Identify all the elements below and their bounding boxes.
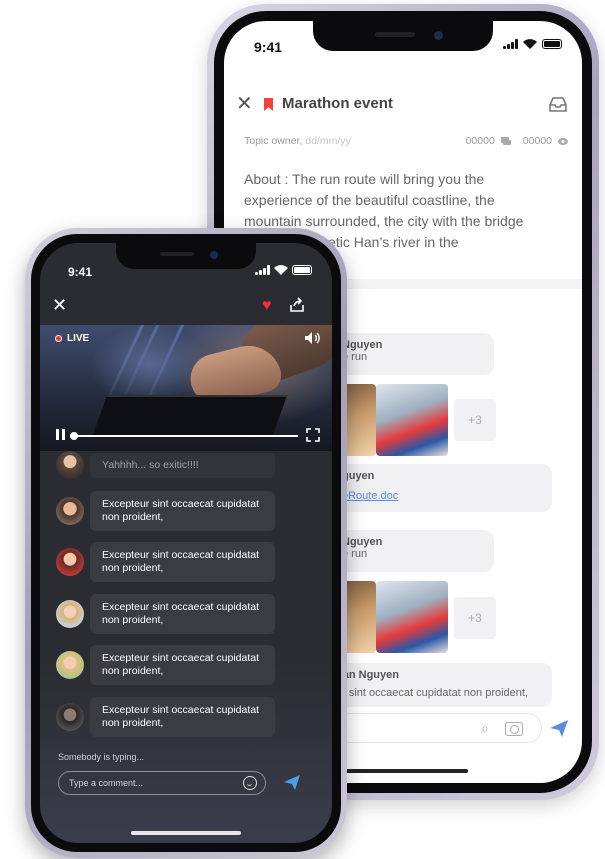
comment-item: Excepteur sint occaecat cupidatat non pr… (56, 697, 275, 737)
wifi-icon (274, 265, 288, 275)
battery-icon (292, 265, 312, 275)
pause-icon[interactable] (56, 429, 66, 440)
comment-item: Excepteur sint occaecat cupidatat non pr… (56, 594, 275, 634)
send-icon[interactable] (283, 773, 301, 791)
fullscreen-icon[interactable] (306, 428, 320, 442)
typing-indicator: Somebody is typing... (58, 752, 145, 762)
avatar (56, 548, 84, 576)
comment-text: Excepteur sint occaecat cupidatat non pr… (90, 491, 275, 531)
send-icon[interactable] (548, 717, 570, 739)
comment-text: Excepteur sint occaecat cupidatat non pr… (90, 542, 275, 582)
mockup-stage: 9:41 ✕ Marathon event Topic owner, dd/mm… (0, 0, 605, 859)
more-photos[interactable]: +3 (454, 399, 496, 441)
comment-text: Excepteur sint occaecat cupidatat non pr… (90, 594, 275, 634)
notch (116, 243, 256, 269)
avatar (56, 451, 84, 479)
home-indicator (338, 769, 468, 773)
avatar (56, 651, 84, 679)
front-phone-bezel: 9:41 ✕ ♥ LIVE Yahhhh... so exitic!!!! Ex… (31, 234, 341, 852)
progress-knob[interactable] (70, 432, 78, 440)
photo-thumbnail[interactable] (376, 581, 448, 653)
comment-item: Excepteur sint occaecat cupidatat non pr… (56, 542, 275, 582)
signal-icon (255, 265, 270, 275)
live-video[interactable]: LIVE (40, 325, 332, 451)
comment-item: Excepteur sint occaecat cupidatat non pr… (56, 645, 275, 685)
status-icons (503, 39, 562, 49)
notch (313, 21, 493, 51)
message-text: ur sint occaecat cupidatat non proident, (336, 687, 529, 699)
paperclip-icon[interactable]: ⌕ (481, 721, 495, 735)
emoji-icon[interactable] (243, 776, 257, 790)
message-author: guyen (342, 470, 375, 482)
comment-input[interactable] (69, 776, 229, 790)
battery-icon (542, 39, 562, 49)
views-count: 00000 (522, 135, 552, 147)
livestream-screen: 9:41 ✕ ♥ LIVE Yahhhh... so exitic!!!! Ex… (40, 243, 332, 843)
live-dot (55, 335, 62, 342)
close-icon[interactable]: ✕ (236, 94, 254, 114)
message-author: Nguyen (342, 339, 383, 351)
home-indicator (131, 831, 241, 835)
status-icons (255, 265, 312, 275)
dj-mixer (92, 395, 288, 435)
comment-item: Excepteur sint occaecat cupidatat non pr… (56, 491, 275, 531)
more-photos[interactable]: +3 (454, 597, 496, 639)
front-phone: 9:41 ✕ ♥ LIVE Yahhhh... so exitic!!!! Ex… (25, 228, 347, 858)
camera-icon[interactable] (505, 722, 523, 736)
eye-icon (558, 137, 568, 145)
message-author: Nguyen (342, 536, 383, 548)
message-author: Van Nguyen (336, 669, 399, 681)
live-label: LIVE (67, 333, 90, 344)
topic-title: Marathon event (282, 95, 393, 112)
comment-text: Excepteur sint occaecat cupidatat non pr… (90, 645, 275, 685)
status-time: 9:41 (254, 39, 283, 55)
close-icon[interactable]: ✕ (52, 296, 68, 314)
topic-date: dd/mm/yy (305, 135, 351, 147)
signal-icon (503, 39, 518, 49)
inbox-icon[interactable] (548, 95, 568, 113)
live-badge: LIVE (55, 333, 89, 344)
avatar (56, 703, 84, 731)
attachment-link[interactable]: eRoute.doc (342, 490, 552, 502)
share-icon[interactable] (289, 297, 305, 313)
avatar (56, 497, 84, 525)
heart-icon[interactable]: ♥ (262, 298, 278, 314)
topic-owner: Topic owner, (244, 135, 303, 147)
video-progress[interactable] (70, 432, 298, 440)
topic-header: ✕ Marathon event (224, 93, 582, 123)
comment-text: Excepteur sint occaecat cupidatat non pr… (90, 697, 275, 737)
avatar (56, 600, 84, 628)
status-time: 9:41 (68, 265, 93, 279)
volume-icon[interactable] (304, 331, 320, 345)
comment-text: Yahhhh... so exitic!!!! (90, 452, 275, 478)
comment-input-box[interactable] (58, 771, 266, 795)
comments-icon (500, 136, 511, 145)
comment-item: Yahhhh... so exitic!!!! (56, 451, 275, 479)
wifi-icon (523, 39, 537, 49)
comments-count: 00000 (465, 135, 495, 147)
bookmark-icon (264, 98, 273, 111)
topic-stats: 00000 00000 (466, 135, 568, 147)
photo-thumbnail[interactable] (376, 384, 448, 456)
